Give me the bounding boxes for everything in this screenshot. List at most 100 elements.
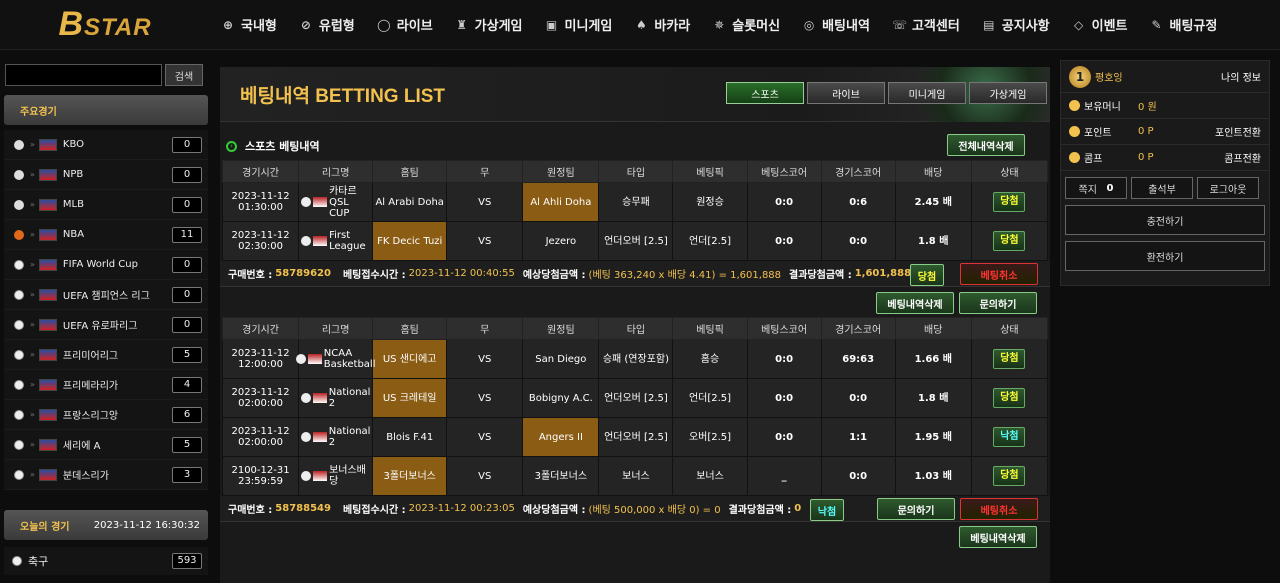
- league-item[interactable]: » 프리메라리가 4: [4, 370, 208, 400]
- cancel-bet-button[interactable]: 베팅취소: [960, 498, 1038, 520]
- nav-item-8[interactable]: ☏ 고객센터: [881, 0, 971, 50]
- draw-cell[interactable]: VS: [446, 378, 524, 418]
- attendance-button[interactable]: 출석부: [1131, 177, 1193, 199]
- nav-item-label: 이벤트: [1091, 19, 1128, 34]
- home-team[interactable]: 3폴더보너스: [372, 456, 448, 496]
- league-item[interactable]: » 프리미어리그 5: [4, 340, 208, 370]
- home-team[interactable]: Al Arabi Doha: [372, 182, 448, 222]
- deposit-button[interactable]: 충전하기: [1065, 205, 1265, 235]
- nav-item-6[interactable]: ✵ 슬롯머신: [701, 0, 791, 50]
- league-item[interactable]: » NPB 0: [4, 160, 208, 190]
- nav-item-1[interactable]: ⊘ 유럽형: [288, 0, 366, 50]
- bet-pick: 홈승: [672, 339, 748, 379]
- nav-item-2[interactable]: ◯ 라이브: [366, 0, 444, 50]
- sport-ball-icon: [301, 197, 312, 207]
- site-logo[interactable]: BSTAR: [0, 0, 210, 50]
- away-team[interactable]: Al Ahli Doha: [522, 182, 600, 222]
- tab-2[interactable]: 미니게임: [888, 82, 966, 104]
- logout-button[interactable]: 로그아웃: [1197, 177, 1259, 199]
- column-header: 리그명: [298, 160, 374, 183]
- nav-item-9[interactable]: ▤ 공지사항: [971, 0, 1061, 50]
- home-team[interactable]: FK Decic Tuzi: [372, 221, 448, 261]
- league-item[interactable]: » KBO 0: [4, 130, 208, 160]
- nav-item-11[interactable]: ✎ 배팅규정: [1139, 0, 1229, 50]
- league-cell: National 2: [298, 417, 374, 457]
- league-cell-inner: 카타르 QSL CUP: [301, 186, 370, 219]
- page-banner: 베팅내역 BETTING LIST 스포츠 라이브 미니게임 가상게임: [220, 67, 1050, 122]
- nav-2-icon: ◯: [377, 17, 391, 32]
- column-header: 원정팀: [522, 160, 600, 183]
- league-item[interactable]: » 세리에 A 5: [4, 430, 208, 460]
- column-header: 상태: [970, 160, 1049, 183]
- withdraw-button[interactable]: 환전하기: [1065, 241, 1265, 271]
- search-button[interactable]: 검색: [165, 64, 203, 86]
- table-row: 2023-11-12 01:30:00 카타르 QSL CUP Al Arabi D…: [221, 182, 1049, 222]
- tab-1[interactable]: 라이브: [807, 82, 885, 104]
- draw-cell[interactable]: VS: [446, 417, 524, 457]
- away-team[interactable]: 3폴더보너스: [522, 456, 600, 496]
- nav-item-10[interactable]: ◇ 이벤트: [1061, 0, 1139, 50]
- league-item[interactable]: » MLB 0: [4, 190, 208, 220]
- comp-convert-link[interactable]: 콤프전환: [1224, 150, 1261, 165]
- away-team[interactable]: Angers II: [522, 417, 600, 457]
- game-score: 1:1: [820, 417, 896, 457]
- tab-0[interactable]: 스포츠: [726, 82, 804, 104]
- odds: 1.66 배: [894, 339, 972, 379]
- nav-item-3[interactable]: ♜ 가상게임: [444, 0, 534, 50]
- sport-item-soccer[interactable]: 축구 593: [4, 547, 208, 575]
- league-item[interactable]: » 분데스리가 3: [4, 460, 208, 490]
- delete-bet-button[interactable]: 베팅내역삭제: [959, 526, 1037, 548]
- tab-3[interactable]: 가상게임: [969, 82, 1047, 104]
- home-team[interactable]: Blois F.41: [372, 417, 448, 457]
- game-score: 0:0: [820, 378, 896, 418]
- bet-score: 0:0: [746, 339, 822, 379]
- cancel-bet-button[interactable]: 베팅취소: [960, 263, 1038, 285]
- nav-item-5[interactable]: ♠ 바카라: [623, 0, 701, 50]
- league-cell-inner: National 2: [300, 387, 370, 409]
- delete-bet-button[interactable]: 베팅내역삭제: [876, 292, 954, 314]
- draw-cell[interactable]: VS: [446, 182, 524, 222]
- my-info-link[interactable]: 나의 정보: [1221, 69, 1261, 84]
- nav-8-icon: ☏: [891, 17, 907, 32]
- bet-score: _: [746, 456, 822, 496]
- delete-all-button[interactable]: 전체내역삭제: [947, 134, 1025, 156]
- expected-win-label: 예상당첨금액 :: [522, 270, 586, 281]
- nav-item-4[interactable]: ▣ 미니게임: [534, 0, 624, 50]
- draw-cell[interactable]: VS: [446, 339, 524, 379]
- league-item[interactable]: » UEFA 챔피언스 리그 0: [4, 280, 208, 310]
- message-button[interactable]: 쪽지 0: [1065, 177, 1127, 199]
- away-team[interactable]: San Diego: [522, 339, 600, 379]
- status: 당첨: [970, 339, 1049, 379]
- nav-item-7[interactable]: ◎ 배팅내역: [791, 0, 881, 50]
- league-cell-inner: National 2: [300, 426, 370, 448]
- away-team[interactable]: Bobigny A.C.: [522, 378, 600, 418]
- league-count: 0: [172, 286, 202, 303]
- draw-cell[interactable]: VS: [446, 221, 524, 261]
- country-flag-icon: [312, 432, 327, 442]
- bet-time-label: 베팅접수시간 :: [342, 270, 406, 281]
- league-item[interactable]: » FIFA World Cup 0: [4, 250, 208, 280]
- league-item[interactable]: » UEFA 유로파리그 0: [4, 310, 208, 340]
- inquiry-button[interactable]: 문의하기: [877, 498, 955, 520]
- nav-item-label: 바카라: [654, 19, 691, 34]
- draw-cell[interactable]: VS: [446, 456, 524, 496]
- search-input[interactable]: [5, 64, 162, 86]
- section-header: › 스포츠 베팅내역 전체내역삭제: [220, 132, 1050, 160]
- league-name: 세리에 A: [62, 441, 101, 452]
- point-convert-link[interactable]: 포인트전환: [1215, 124, 1261, 139]
- nav-item-label: 가상게임: [474, 19, 523, 34]
- away-team[interactable]: Jezero: [522, 221, 600, 261]
- home-team[interactable]: US 샌디에고: [372, 339, 448, 379]
- league-item[interactable]: » 프랑스리그앙 6: [4, 400, 208, 430]
- nav-5-icon: ♠: [635, 17, 647, 32]
- main-nav: ⊕ 국내형 ⊘ 유럽형 ◯ 라이브 ♜ 가상게임 ▣ 미니게임 ♠ 바카라 ✵ 슬롯머신 ◎ 배팅내역 ☏ 고객센…: [210, 0, 1228, 50]
- home-team[interactable]: US 크레테일: [372, 378, 448, 418]
- user-rank: 평호잉: [1095, 73, 1123, 84]
- page-title: 베팅내역 BETTING LIST: [240, 85, 446, 107]
- league-item[interactable]: » NBA 11: [4, 220, 208, 250]
- country-flag-icon: [313, 197, 328, 207]
- league-name: 프리메라리가: [62, 381, 119, 392]
- inquiry-button[interactable]: 문의하기: [959, 292, 1037, 314]
- chevron-icon: »: [30, 410, 35, 419]
- nav-item-0[interactable]: ⊕ 국내형: [210, 0, 288, 50]
